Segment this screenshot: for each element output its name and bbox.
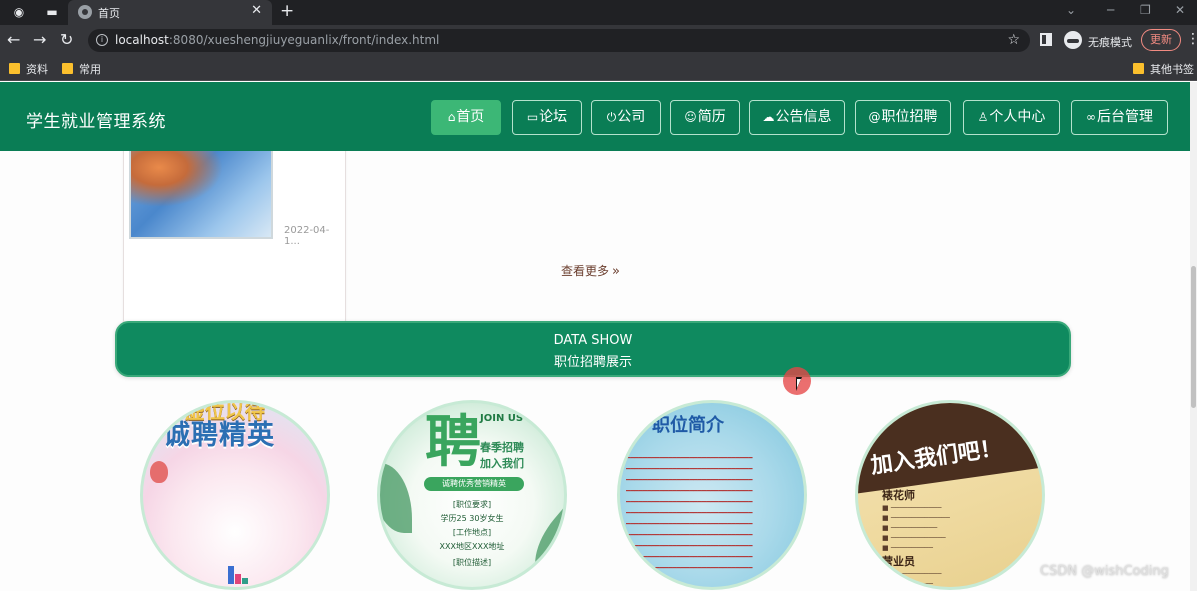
nav-item-resume[interactable]: ☺简历 <box>670 100 740 135</box>
browser-tab-active[interactable]: 首页 ✕ <box>68 0 272 25</box>
job-poster-line: 学历25 30岁女生 <box>440 514 504 523</box>
restore-icon[interactable]: ❐ <box>1140 3 1151 17</box>
double-chevron-right-icon: » <box>612 264 620 279</box>
job-poster-headline: 聘 <box>425 410 481 475</box>
update-button[interactable]: 更新 <box>1141 29 1181 51</box>
balloon-icon <box>150 461 168 483</box>
web-page: NEW 2022-04-1... 查看更多» DATA SHOW 职位招聘展示 … <box>0 82 1197 591</box>
cloud-icon: ☁ <box>762 110 775 124</box>
mouse-cursor-icon <box>796 377 802 391</box>
job-poster-text-block: ━━━━━━━━━━━━━━━━━━━━━━━━━━━━━━ ━━━━━━━━━… <box>626 454 753 572</box>
chat-icon: ▭ <box>526 110 539 124</box>
page-scrollbar[interactable] <box>1190 82 1197 591</box>
globe-icon <box>78 5 92 19</box>
link-icon: ∞ <box>1086 110 1096 124</box>
job-poster-text-block: ■ ──────────── ■ ────────── <box>882 570 942 588</box>
tab-search-icon[interactable]: ◉ <box>10 4 28 20</box>
close-icon[interactable]: ✕ <box>251 3 262 18</box>
news-date: 2022-04-1... <box>284 225 330 247</box>
smile-icon: ☺ <box>684 110 697 124</box>
job-poster-headline: 职位简介 <box>652 415 724 436</box>
browser-toolbar: ← → ↻ i localhost:8080/xueshengjiuyeguan… <box>0 25 1197 56</box>
job-poster-join: JOIN US <box>480 413 524 424</box>
site-navbar: 学生就业管理系统 ⌂首页 ▭论坛 ⏻公司 ☺简历 ☁公告信息 @职位招聘 ♙个人… <box>0 82 1190 151</box>
job-poster-role: 营业员 <box>882 555 915 568</box>
folder-icon <box>62 63 73 74</box>
menu-kebab-icon[interactable]: ⋮ <box>1186 31 1197 47</box>
job-poster-bar: 诚聘优秀营销精英 <box>424 477 524 491</box>
site-brand[interactable]: 学生就业管理系统 <box>26 107 166 132</box>
chevron-down-icon[interactable]: ⌄ <box>1066 3 1076 17</box>
nav-item-admin[interactable]: ∞后台管理 <box>1071 100 1168 135</box>
info-icon[interactable]: i <box>96 34 108 46</box>
job-poster-line: [职位描述] <box>452 558 492 567</box>
bookmark-folder-other[interactable]: 其他书签 <box>1133 61 1194 77</box>
folder-icon <box>1133 63 1144 74</box>
bookmarks-bar: 资料 常用 其他书签 <box>0 56 1197 81</box>
bookmark-folder-ziliao[interactable]: 资料 <box>9 61 48 77</box>
folder-icon <box>9 63 20 74</box>
job-poster-headline: 诚聘精英 <box>163 420 275 451</box>
job-card[interactable]: 虚位以待 诚聘精英 <box>140 400 330 590</box>
nav-item-personal-center[interactable]: ♙个人中心 <box>963 100 1060 135</box>
job-poster-line: XXX地区XXX地址 <box>439 542 505 551</box>
url-text[interactable]: localhost:8080/xueshengjiuyeguanlix/fron… <box>115 33 439 47</box>
job-poster-line: [职位要求] <box>452 500 492 509</box>
watermark: CSDN @wishCoding <box>1040 564 1169 579</box>
window-close-icon[interactable]: ✕ <box>1175 3 1185 17</box>
back-icon[interactable]: ← <box>7 31 20 49</box>
home-icon: ⌂ <box>447 110 456 124</box>
job-poster-role: 裱花师 <box>882 489 915 502</box>
reload-icon[interactable]: ↻ <box>60 31 73 49</box>
forward-icon[interactable]: → <box>33 31 46 49</box>
user-icon: ♙ <box>977 110 989 124</box>
job-poster-line: [工作地点] <box>452 528 492 537</box>
tab-title: 首页 <box>98 7 120 20</box>
nav-item-jobs[interactable]: @职位招聘 <box>855 100 951 135</box>
view-more-link[interactable]: 查看更多» <box>561 262 620 279</box>
banner-title-en: DATA SHOW <box>553 333 633 348</box>
job-poster-text-block: ■ ──────────── ■ ────────────── ■ ────────… <box>882 504 950 552</box>
page-content: NEW 2022-04-1... 查看更多» DATA SHOW 职位招聘展示 … <box>0 82 1190 591</box>
bar-chart-icon <box>228 566 248 584</box>
data-show-banner: DATA SHOW 职位招聘展示 <box>115 321 1071 377</box>
nav-item-announcement[interactable]: ☁公告信息 <box>749 100 845 135</box>
job-card[interactable]: 职位简介 ━━━━━━━━━━━━━━━━━━━━━━━━━━━━━━ ━━━━… <box>617 400 807 590</box>
browser-tabstrip: ◉ ▬ 首页 ✕ + ⌄ ─ ❐ ✕ <box>0 0 1197 25</box>
nav-item-forum[interactable]: ▭论坛 <box>512 100 582 135</box>
scrollbar-thumb[interactable] <box>1191 266 1196 408</box>
address-bar[interactable]: i localhost:8080/xueshengjiuyeguanlix/fr… <box>88 29 1030 52</box>
bookmark-star-icon[interactable]: ☆ <box>1007 32 1020 48</box>
banner-title-zh: 职位招聘展示 <box>553 355 632 370</box>
minimize-icon[interactable]: ─ <box>1107 3 1114 17</box>
job-poster-hire: 春季招聘 加入我们 <box>480 441 524 470</box>
job-card[interactable]: 聘 JOIN US 春季招聘 加入我们 诚聘优秀营销精英 [职位要求] 学历25… <box>377 400 567 590</box>
power-icon: ⏻ <box>606 110 617 124</box>
bookmark-folder-changyong[interactable]: 常用 <box>62 61 101 77</box>
nav-item-company[interactable]: ⏻公司 <box>591 100 661 135</box>
at-icon: @ <box>868 110 881 124</box>
job-card[interactable]: 加入我们吧！ 裱花师 ■ ──────────── ■ ─────────────… <box>855 400 1045 590</box>
pinned-tab-icon[interactable]: ▬ <box>43 4 61 20</box>
nav-item-home[interactable]: ⌂首页 <box>431 100 501 135</box>
incognito-label: 无痕模式 <box>1088 36 1132 49</box>
incognito-icon <box>1064 31 1082 49</box>
side-panel-icon[interactable] <box>1040 33 1052 46</box>
new-tab-icon[interactable]: + <box>280 1 294 21</box>
